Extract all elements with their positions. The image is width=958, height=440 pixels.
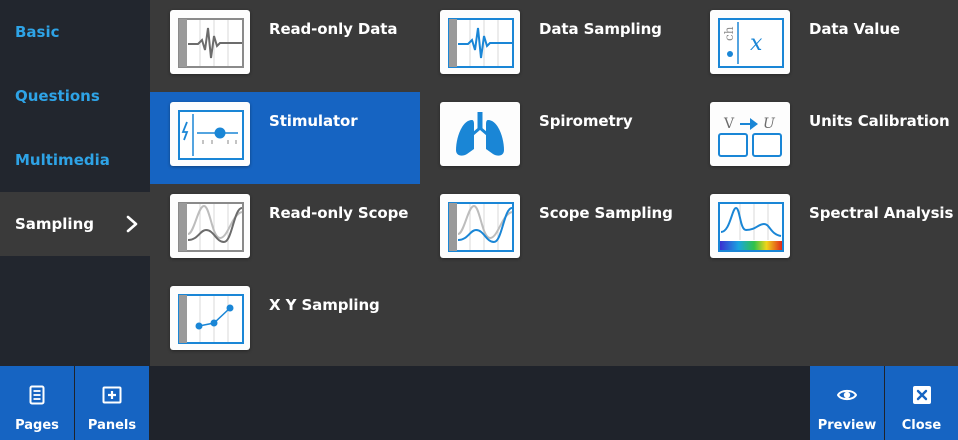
tile-label: Spirometry [539,112,633,130]
tile-units-calibration[interactable]: V U Units Calibration [690,92,958,184]
chevron-right-icon [126,215,138,233]
stimulator-icon [170,102,250,166]
tile-spirometry[interactable]: Spirometry [420,92,690,184]
pages-icon [29,385,45,405]
tile-label: Stimulator [269,112,358,130]
units-source-glyph: V [723,116,735,132]
pages-button[interactable]: Pages [0,366,74,440]
add-panel-icon [102,386,122,404]
preview-button-label: Preview [817,418,877,433]
tile-stimulator[interactable]: Stimulator [150,92,420,184]
units-target-glyph: U [763,116,776,132]
tile-data-value[interactable]: ch x Data Value [690,0,958,92]
sidebar-item-label: Sampling [15,215,94,233]
panel-picker: Basic Questions Multimedia Sampling Read… [0,0,958,440]
bottom-toolbar: Pages Panels Preview Close [0,366,958,440]
preview-button[interactable]: Preview [810,366,884,440]
svg-text:ch: ch [722,26,736,41]
svg-text:x: x [750,31,763,56]
close-button[interactable]: Close [885,366,958,440]
tile-label: Read-only Data [269,20,398,38]
sidebar-item-multimedia[interactable]: Multimedia [0,128,150,192]
tile-xy-sampling[interactable]: X Y Sampling [150,276,420,368]
tile-label: Scope Sampling [539,204,673,222]
tile-label: Read-only Scope [269,204,409,222]
sidebar-item-questions[interactable]: Questions [0,64,150,128]
lungs-icon [440,102,520,166]
data-sampling-icon [440,10,520,74]
close-icon [913,386,931,404]
data-value-icon: ch x [710,10,790,74]
tile-label: Data Sampling [539,20,662,38]
read-only-data-icon [170,10,250,74]
read-only-scope-icon [170,194,250,258]
tile-label: X Y Sampling [269,296,380,314]
scope-sampling-icon [440,194,520,258]
units-calibration-icon: V U [710,102,790,166]
tile-scope-sampling[interactable]: Scope Sampling [420,184,690,276]
xy-sampling-icon [170,286,250,350]
category-sidebar: Basic Questions Multimedia Sampling [0,0,150,366]
panels-button-label: Panels [87,418,137,433]
sidebar-item-sampling[interactable]: Sampling [0,192,150,256]
tile-spectral-analysis[interactable]: Spectral Analysis [690,184,958,276]
tile-label: Spectral Analysis [809,204,954,222]
tile-read-only-data[interactable]: Read-only Data [150,0,420,92]
sidebar-item-label: Multimedia [15,151,110,169]
tile-label: Data Value [809,20,900,38]
tile-data-sampling[interactable]: Data Sampling [420,0,690,92]
panel-grid: Read-only Data Data Sampling ch x Data V… [150,0,958,366]
sidebar-item-basic[interactable]: Basic [0,0,150,64]
tile-label: Units Calibration [809,112,950,130]
eye-icon [837,389,857,401]
sidebar-item-label: Questions [15,87,100,105]
close-button-label: Close [901,418,942,433]
tile-read-only-scope[interactable]: Read-only Scope [150,184,420,276]
panels-button[interactable]: Panels [75,366,149,440]
sidebar-item-label: Basic [15,23,60,41]
pages-button-label: Pages [15,418,59,433]
spectral-analysis-icon [710,194,790,258]
